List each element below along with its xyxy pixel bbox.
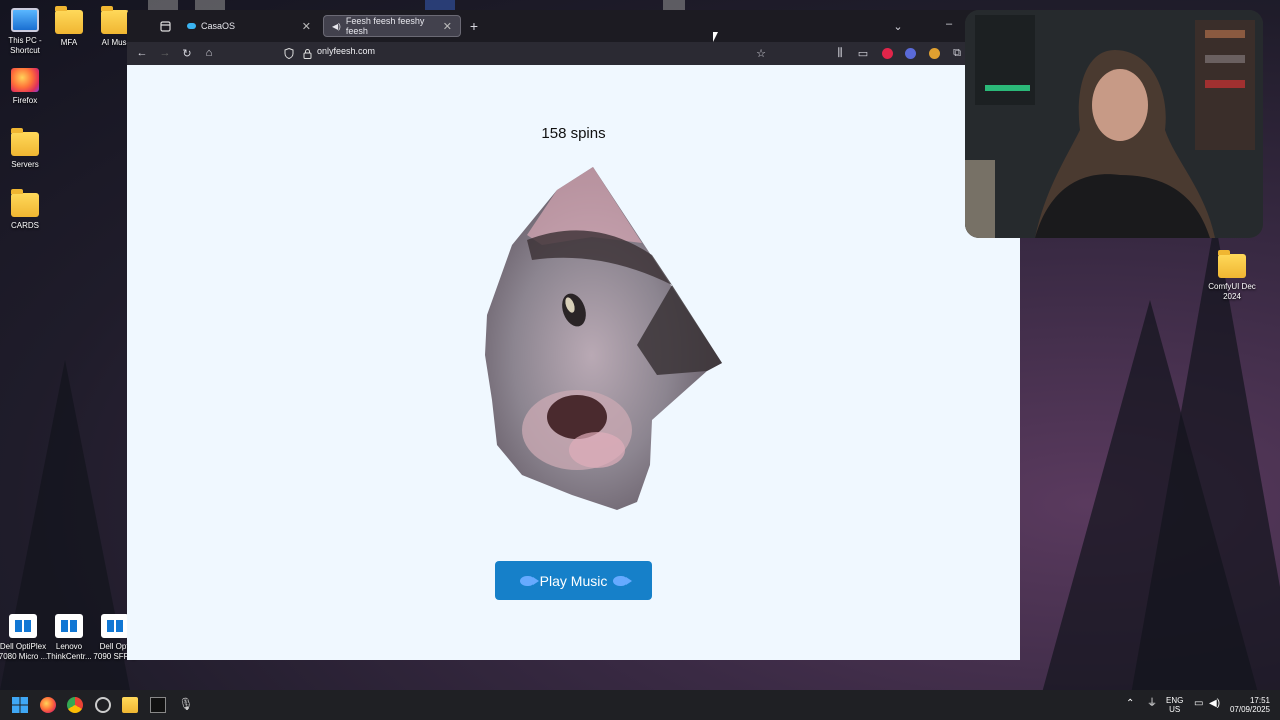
mouse-cursor [713,32,718,42]
monitor-icon [11,8,39,32]
speaker-icon: ◀) [332,21,341,31]
dell-icon [55,614,83,638]
language-code: ENG [1166,696,1184,705]
tab-feesh[interactable]: ◀) Feesh feesh feeshy feesh ✕ [323,15,461,37]
desktop-icon-partial [425,0,455,10]
folder-icon [101,6,129,34]
reload-icon[interactable]: ↻ [179,45,195,61]
desktop-icon-lenovo[interactable]: Lenovo ThinkCentr... [44,614,94,662]
microphone-tray-icon[interactable]: ⏚ [1147,699,1157,709]
browser-window: CasaOS ✕ ◀) Feesh feesh feeshy feesh ✕ +… [127,10,1020,660]
webcam-overlay [965,10,1263,238]
url-bar[interactable]: onlyfeesh.com [317,46,375,56]
tab-overview-icon[interactable] [157,18,173,34]
tab-strip: CasaOS ✕ ◀) Feesh feesh feeshy feesh ✕ +… [127,10,1020,42]
sidebar-icon[interactable]: ▭ [855,45,871,61]
chevron-up-icon[interactable]: ⌃ [1126,699,1134,709]
library-icon[interactable]: ⫼ [832,45,848,61]
desktop-icon-comfyui[interactable]: ComfyUI Dec 2024 [1206,250,1258,302]
close-icon[interactable]: ✕ [302,20,311,33]
folder-icon [11,128,39,156]
desktop-icon-label: Firefox [12,96,38,105]
nav-toolbar: ← → ↻ ⌂ onlyfeesh.com ☆ ⫼ ▭ ⧉ [127,42,1020,65]
close-icon[interactable]: ✕ [443,20,452,33]
fish-icon [613,575,633,586]
tab-label: Feesh feesh feeshy feesh [345,16,425,36]
bookmark-star-icon[interactable]: ☆ [753,45,769,61]
windows-start-icon[interactable] [12,697,28,713]
spinning-fish-image [485,167,722,510]
extension-icon[interactable] [926,45,942,61]
folder-icon [11,189,39,217]
shield-icon[interactable] [281,45,297,61]
desktop-icon-servers[interactable]: Servers [0,128,50,170]
spin-counter: 158 spins [541,125,606,142]
taskbar: 🎙 ⌃ ⏚ ENG US ▭ ◀) 17:51 07/09/2025 [0,690,1280,720]
file-explorer-icon[interactable] [122,697,138,713]
app-taskbar-icon[interactable] [95,697,111,713]
play-music-button[interactable]: Play Music [495,561,652,600]
desktop-icon-label: Servers [11,160,39,169]
clock-time: 17:51 [1249,696,1270,705]
microphone-icon[interactable]: 🎙 [178,697,194,713]
fish-icon [519,575,539,586]
forward-arrow-icon[interactable]: → [157,45,173,61]
folder-icon [55,6,83,34]
cloud-icon [187,23,196,29]
new-tab-button[interactable]: + [466,18,482,34]
chrome-taskbar-icon[interactable] [67,697,83,713]
dell-icon [9,614,37,638]
puzzle-icon[interactable]: ⧉ [949,45,965,61]
language-indicator[interactable]: ENG US [1166,696,1183,714]
minimize-icon[interactable]: – [941,16,957,32]
desktop-icon-partial [663,0,685,10]
desktop-icon-label: CARDS [10,221,39,230]
network-icon[interactable]: ▭ [1194,699,1203,709]
desktop-icon-partial [148,0,178,10]
desktop-icon-firefox[interactable]: Firefox [0,68,50,106]
desktop-icon-mfa[interactable]: MFA [44,6,94,48]
chevron-down-icon[interactable]: ⌄ [890,18,906,34]
extension-icon[interactable] [902,45,918,61]
clock[interactable]: 17:51 07/09/2025 [1228,696,1270,714]
firefox-taskbar-icon[interactable] [40,697,56,713]
dell-icon [101,614,129,638]
tab-casaos[interactable]: CasaOS ✕ [179,15,319,37]
desktop-icon-label: AI Musi [101,38,129,47]
firefox-icon [11,68,39,92]
desktop-icon-label: MFA [60,38,78,47]
adblock-icon[interactable] [879,45,895,61]
desktop-icon-label: Lenovo ThinkCentr... [46,642,92,661]
desktop-icon-label: Dell OptiPlex 7080 Micro ... [0,642,48,661]
clock-date: 07/09/2025 [1229,705,1270,714]
desktop-icon-dell-optiplex[interactable]: Dell OptiPlex 7080 Micro ... [0,614,48,662]
back-arrow-icon[interactable]: ← [134,45,150,61]
volume-icon[interactable]: ◀) [1209,699,1220,709]
desktop-icon-cards[interactable]: CARDS [0,189,50,231]
terminal-icon[interactable] [150,697,166,713]
desktop-icon-partial [195,0,225,10]
play-music-label: Play Music [539,572,608,589]
region-code: US [1169,705,1181,714]
home-icon[interactable]: ⌂ [201,45,217,61]
tab-label: CasaOS [201,21,236,31]
desktop-icon-this-pc[interactable]: This PC - Shortcut [0,8,50,56]
lock-icon[interactable] [299,45,315,61]
desktop-icon-label: ComfyUI Dec 2024 [1208,282,1256,301]
folder-icon [1218,250,1246,278]
page-content: 158 spins Play Music [127,65,1020,660]
desktop-icon-label: This PC - Shortcut [8,36,42,55]
